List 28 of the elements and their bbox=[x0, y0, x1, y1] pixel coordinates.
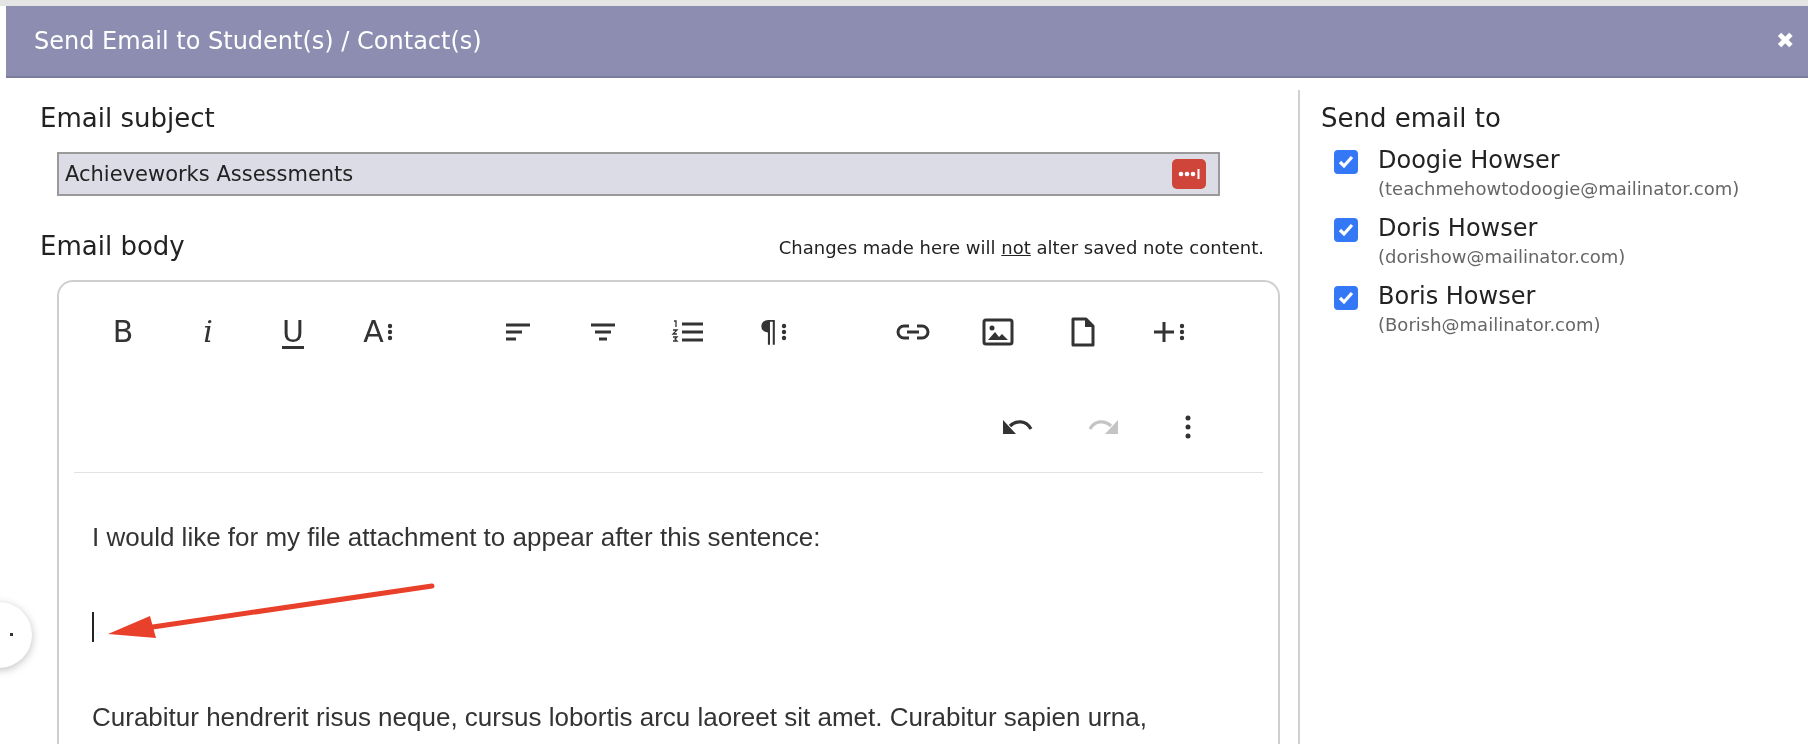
bold-button[interactable]: B bbox=[95, 310, 151, 354]
text-cursor bbox=[92, 612, 94, 642]
dots-icon bbox=[1178, 322, 1185, 342]
underline-button[interactable]: U bbox=[265, 310, 321, 354]
subject-field[interactable]: Achieveworks Assessments bbox=[57, 152, 1220, 196]
font-button[interactable]: A bbox=[350, 310, 406, 354]
paragraph-button[interactable]: ¶ bbox=[745, 310, 801, 354]
subject-label: Email subject bbox=[40, 102, 216, 134]
password-manager-icon[interactable] bbox=[1172, 159, 1206, 189]
plus-icon bbox=[1151, 320, 1176, 344]
italic-button[interactable]: i bbox=[180, 310, 236, 354]
recipient-email: (dorishow@mailinator.com) bbox=[1378, 245, 1626, 269]
recipient-checkbox[interactable] bbox=[1334, 286, 1358, 310]
recipient-name: Boris Howser bbox=[1378, 281, 1537, 312]
recipient-checkbox[interactable] bbox=[1334, 150, 1358, 174]
dialog-title: Send Email to Student(s) / Contact(s) bbox=[34, 27, 482, 55]
body-paragraph: I would like for my file attachment to appear after this sentence: bbox=[92, 523, 822, 551]
recipients-label: Send email to bbox=[1321, 102, 1502, 134]
recipient-name: Doris Howser bbox=[1378, 213, 1539, 244]
recipient-checkbox[interactable] bbox=[1334, 218, 1358, 242]
dots-icon bbox=[781, 322, 788, 342]
note-text: Changes made here will not alter saved note content. bbox=[778, 237, 1264, 258]
recipient-email: (Borish@mailinator.com) bbox=[1378, 313, 1601, 337]
dots-icon bbox=[386, 322, 393, 342]
body-label: Email body bbox=[40, 230, 185, 262]
body-paragraph: Curabitur hendrerit risus neque, cursus lobortis arcu laoreet sit amet. Curabitur sapien urna, bbox=[92, 703, 1148, 731]
recipient-name: Doogie Howser bbox=[1378, 145, 1561, 176]
recipient-email: (teachmehowtodoogie@mailinator.com) bbox=[1378, 177, 1740, 201]
